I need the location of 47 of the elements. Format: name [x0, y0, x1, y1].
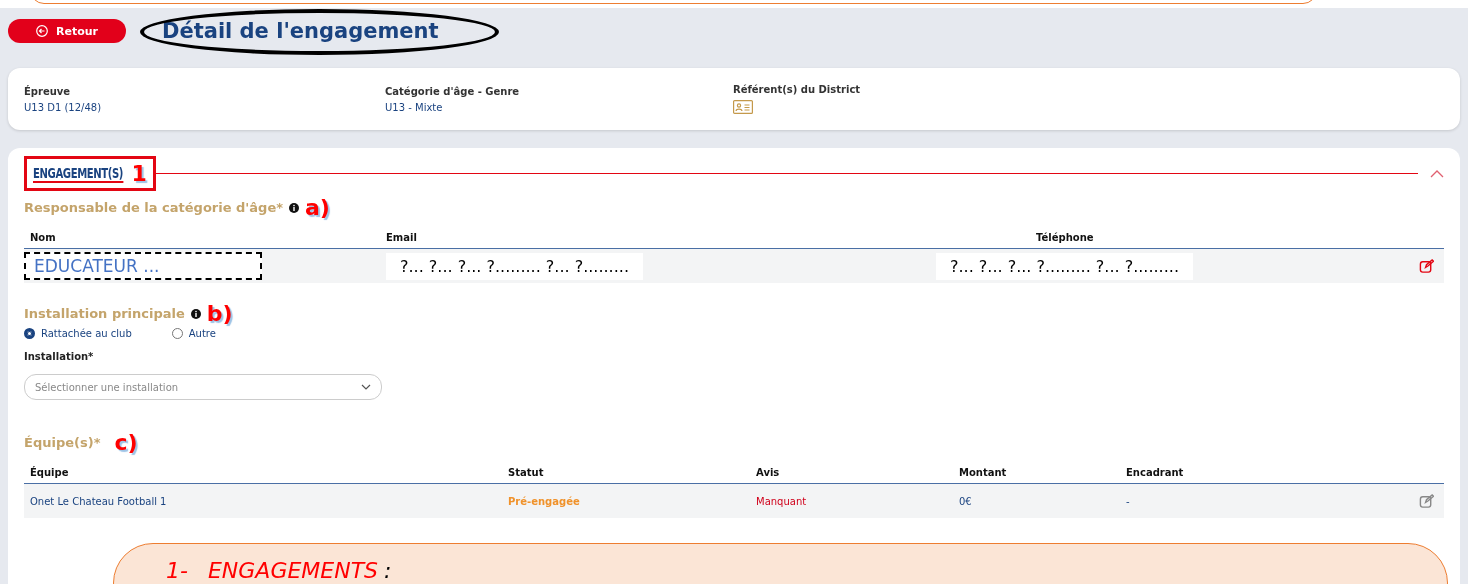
- table-cell-text: Onet Le Chateau Football 1: [30, 495, 168, 507]
- back-arrow-icon: [36, 25, 48, 37]
- edit-icon[interactable]: [1419, 258, 1434, 274]
- radio-button[interactable]: [171, 328, 183, 339]
- info-label: Référent(s) du District: [733, 84, 862, 95]
- callout-number: 1-: [166, 558, 188, 584]
- info-icon: [190, 308, 201, 319]
- annotation-marker: b): [206, 301, 233, 326]
- section-title: ENGAGEMENT(S): [33, 164, 124, 183]
- callout-title: ENGAGEMENTS: [207, 558, 379, 584]
- subsection-title: Responsable de la catégorie d'âge*: [24, 200, 283, 215]
- installation-select[interactable]: Sélectionner une installation: [24, 374, 382, 400]
- info-label: Épreuve: [24, 85, 72, 97]
- radio-button[interactable]: [24, 328, 35, 339]
- table-cell-text: 0€: [959, 495, 973, 507]
- subsection-title: Équipe(s)*: [24, 435, 101, 450]
- page-title: Détail de l'engagement: [162, 19, 439, 43]
- column-header: Nom: [30, 232, 57, 243]
- radio-option[interactable]: Autre: [171, 328, 216, 339]
- column-header: Statut: [508, 467, 545, 478]
- annotation-marker: 1: [131, 161, 147, 186]
- radio-option[interactable]: Rattachée au club: [24, 328, 132, 339]
- table-cell-text: -: [1126, 495, 1131, 507]
- chevron-down-icon: [361, 384, 371, 390]
- contact-card-icon[interactable]: [733, 100, 753, 114]
- name-cell: EDUCATEUR ...: [24, 252, 262, 280]
- edit-icon[interactable]: [1419, 493, 1434, 509]
- annotation-marker: c): [114, 430, 138, 455]
- phone-cell: ?... ?... ?... ?......... ?... ?.........: [936, 252, 1193, 280]
- field-label: Installation*: [24, 351, 95, 362]
- status-cell-text: Pré-engagée: [508, 495, 581, 507]
- annotation-marker: a): [305, 195, 330, 220]
- column-header: Téléphone: [1035, 232, 1095, 243]
- column-header: Montant: [959, 467, 1008, 478]
- info-value: U13 D1 (12/48): [24, 101, 103, 113]
- callout-colon: :: [384, 558, 392, 584]
- column-header: Email: [386, 232, 418, 243]
- column-header: Avis: [756, 467, 781, 478]
- column-header: Encadrant: [1126, 467, 1185, 478]
- column-header: Équipe: [30, 467, 70, 478]
- info-icon: [289, 202, 299, 213]
- email-cell: ?... ?... ?... ?......... ?... ?.........: [386, 252, 643, 280]
- back-button[interactable]: Retour: [8, 19, 126, 43]
- info-label: Catégorie d'âge - Genre: [385, 85, 521, 97]
- info-value: U13 - Mixte: [385, 101, 444, 113]
- table-cell-text: Manquant: [756, 495, 808, 507]
- subsection-title: Installation principale: [24, 306, 185, 321]
